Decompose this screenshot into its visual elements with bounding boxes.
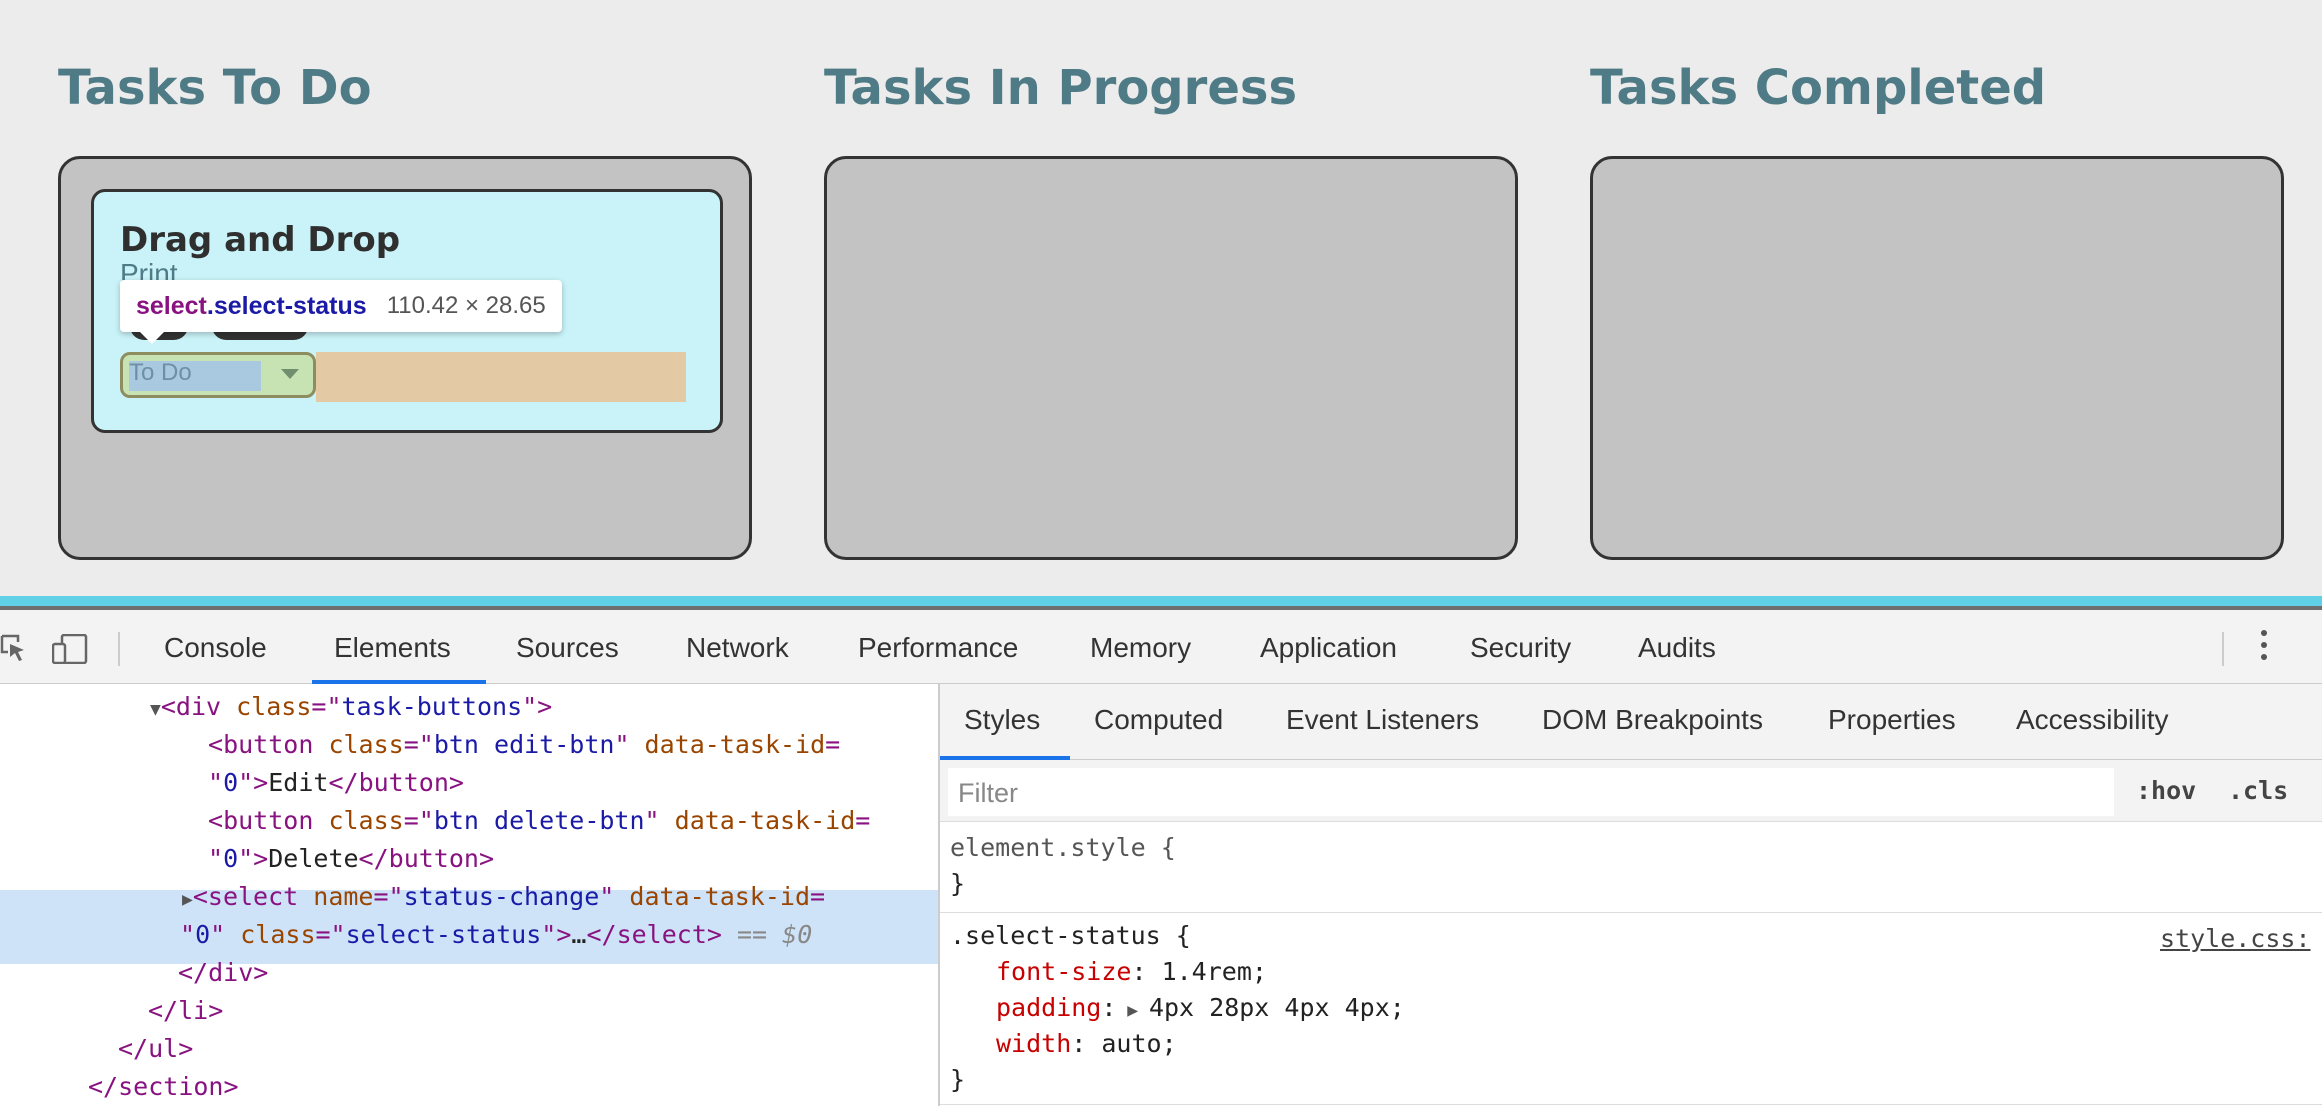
tab-audits[interactable]: Audits	[1638, 632, 1716, 664]
toolbar-separator	[118, 632, 120, 666]
tab-sources[interactable]: Sources	[516, 632, 619, 664]
expand-triangle-icon[interactable]: ▶	[182, 889, 193, 910]
column-in-progress[interactable]	[824, 156, 1518, 560]
devtools-toolbar: Console Elements Sources Network Perform…	[0, 610, 2322, 684]
devtools-panel: Console Elements Sources Network Perform…	[0, 610, 2322, 1106]
expand-triangle-icon[interactable]: ▶	[1116, 1000, 1149, 1021]
toolbar-separator	[2222, 632, 2224, 666]
filter-placeholder: Filter	[958, 778, 1018, 808]
hov-toggle[interactable]: :hov	[2136, 776, 2196, 805]
subtab-accessibility[interactable]: Accessibility	[2016, 704, 2168, 736]
more-options-icon[interactable]	[2260, 630, 2268, 666]
styles-pane: Styles Computed Event Listeners DOM Brea…	[940, 684, 2322, 1106]
collapse-triangle-icon[interactable]: ▼	[150, 699, 161, 720]
tab-network[interactable]: Network	[686, 632, 789, 664]
subtab-computed[interactable]: Computed	[1094, 704, 1223, 736]
tooltip-size: 110.42 × 28.65	[386, 292, 546, 319]
subtab-event-listeners[interactable]: Event Listeners	[1286, 704, 1479, 736]
dom-node-delete-button-cont[interactable]: "0">Delete</button>	[208, 840, 494, 878]
column-title-completed: Tasks Completed	[1590, 60, 2047, 116]
tab-elements[interactable]: Elements	[334, 632, 451, 664]
cls-toggle[interactable]: .cls	[2228, 776, 2288, 805]
tab-application[interactable]: Application	[1260, 632, 1397, 664]
status-select[interactable]: To Do	[120, 352, 316, 398]
element-style-close: }	[950, 869, 966, 898]
column-completed[interactable]	[1590, 156, 2284, 560]
status-select-value: To Do	[129, 359, 192, 386]
dom-node-li-close[interactable]: </li>	[148, 992, 223, 1030]
dom-node-select-cont[interactable]: "0" class="select-status">…</select> == …	[180, 916, 812, 954]
filter-row: Filter :hov .cls	[940, 760, 2322, 822]
task-board: Tasks To Do Tasks In Progress Tasks Comp…	[0, 0, 2322, 596]
tab-performance[interactable]: Performance	[858, 632, 1018, 664]
css-property-font-size[interactable]: font-size: 1.4rem;	[996, 954, 1267, 990]
tab-memory[interactable]: Memory	[1090, 632, 1191, 664]
column-title-in-progress: Tasks In Progress	[824, 60, 1298, 116]
styles-filter-input[interactable]: Filter	[948, 768, 2114, 816]
dom-node-div[interactable]: ▼<div class="task-buttons">	[150, 688, 552, 726]
dom-node-select[interactable]: ▶<select name="status-change" data-task-…	[182, 878, 825, 916]
rule-separator	[940, 1104, 2322, 1105]
dom-node-ul-close[interactable]: </ul>	[118, 1030, 193, 1068]
column-todo[interactable]: Drag and Drop Print To Do	[58, 156, 752, 560]
inspect-element-icon[interactable]	[0, 634, 28, 664]
element-style-selector[interactable]: element.style {	[950, 830, 1176, 866]
task-title: Drag and Drop	[120, 220, 401, 260]
padding-highlight	[316, 352, 686, 402]
column-title-todo: Tasks To Do	[58, 60, 372, 116]
styles-subtabs: Styles Computed Event Listeners DOM Brea…	[940, 684, 2322, 760]
subtab-properties[interactable]: Properties	[1828, 704, 1956, 736]
subtab-dom-breakpoints[interactable]: DOM Breakpoints	[1542, 704, 1763, 736]
stylesheet-link[interactable]: style.css:	[2160, 924, 2311, 953]
dom-tree: ▼<div class="task-buttons"> <button clas…	[0, 684, 938, 1106]
subtab-styles[interactable]: Styles	[964, 704, 1040, 736]
tooltip-selector: select.select-status	[136, 291, 367, 320]
rule-close: }	[950, 1065, 966, 1094]
inspect-tooltip: select.select-status 110.42 × 28.65	[120, 280, 562, 344]
css-property-padding[interactable]: padding: ▶ 4px 28px 4px 4px;	[996, 990, 1405, 1029]
device-toolbar-icon[interactable]	[52, 634, 88, 664]
dom-node-section-close[interactable]: </section>	[88, 1068, 239, 1106]
chevron-down-icon	[281, 369, 299, 379]
css-property-width[interactable]: width: auto;	[996, 1026, 1177, 1062]
rule-selector[interactable]: .select-status {	[950, 918, 1191, 954]
dom-node-div-close[interactable]: </div>	[178, 954, 268, 992]
tab-console[interactable]: Console	[164, 632, 267, 664]
dom-node-edit-button[interactable]: <button class="btn edit-btn" data-task-i…	[208, 726, 840, 764]
rule-separator	[940, 912, 2322, 913]
tab-security[interactable]: Security	[1470, 632, 1571, 664]
dom-node-edit-button-cont[interactable]: "0">Edit</button>	[208, 764, 464, 802]
dom-node-delete-button[interactable]: <button class="btn delete-btn" data-task…	[208, 802, 870, 840]
devtools-resize-bar[interactable]	[0, 596, 2322, 606]
